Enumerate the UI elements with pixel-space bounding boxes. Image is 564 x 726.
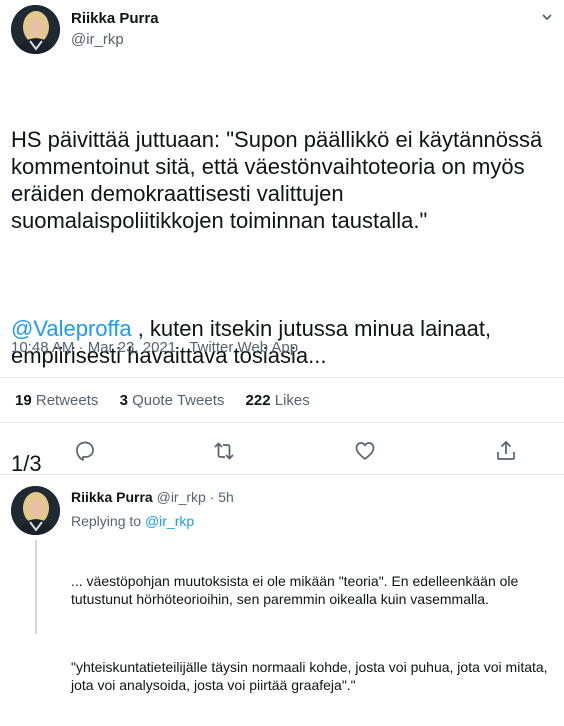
likes-stat[interactable]: 222 Likes [246, 392, 310, 409]
retweet-icon[interactable] [211, 438, 237, 464]
avatar[interactable] [11, 486, 60, 535]
reply-text: ... väestöpohjan muutoksista ei ole mikä… [71, 536, 551, 726]
replying-to-mention[interactable]: @ir_rkp [145, 513, 194, 529]
mention-link[interactable]: @Valeproffa [11, 316, 132, 341]
author-name[interactable]: Riikka Purra [71, 10, 159, 27]
author-handle[interactable]: @ir_rkp [71, 31, 124, 48]
quote-tweets-stat[interactable]: 3 Quote Tweets [120, 392, 225, 409]
avatar[interactable] [11, 5, 60, 54]
reply-icon[interactable] [72, 438, 98, 464]
tweet-paragraph: HS päivittää juttuaan: "Supon päällikkö … [11, 127, 549, 233]
divider [0, 474, 564, 475]
reply-meta[interactable]: @ir_rkp · 5h [157, 489, 234, 505]
reply-paragraph: "yhteiskuntatieteilijälle täysin normaal… [71, 659, 552, 693]
divider [0, 422, 564, 423]
retweets-stat[interactable]: 19 Retweets [15, 392, 98, 409]
like-icon[interactable] [352, 438, 378, 464]
replying-to-label: Replying to [71, 513, 142, 529]
tweet-actions [0, 434, 564, 468]
tweet-timestamp[interactable]: 10:48 AM · Mar 23, 2021 · Twitter Web Ap… [11, 339, 298, 356]
share-icon[interactable] [493, 438, 519, 464]
reply-author-name[interactable]: Riikka Purra [71, 489, 153, 505]
more-options-icon[interactable] [541, 10, 553, 22]
tweet-stats: 19 Retweets 3 Quote Tweets 222 Likes [15, 392, 327, 409]
divider [0, 377, 564, 378]
thread-line [35, 540, 37, 634]
reply-paragraph: ... väestöpohjan muutoksista ei ole mikä… [71, 573, 523, 607]
replying-to: Replying to @ir_rkp [71, 513, 194, 529]
reply-header: Riikka Purra @ir_rkp · 5h [71, 489, 234, 505]
